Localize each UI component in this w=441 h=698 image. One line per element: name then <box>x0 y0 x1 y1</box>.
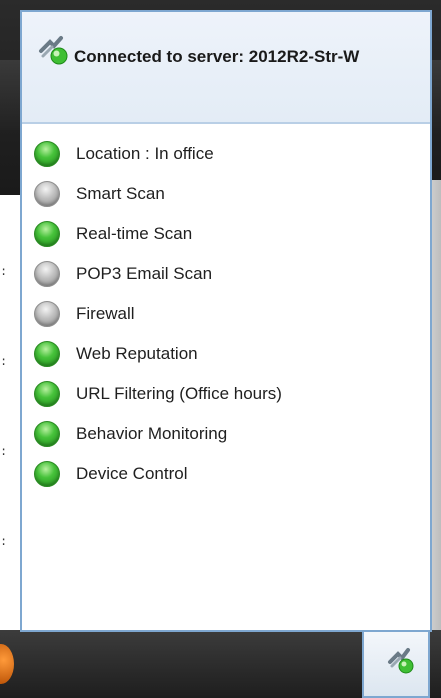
status-item: POP3 Email Scan <box>34 254 424 294</box>
status-item: Firewall <box>34 294 424 334</box>
status-label: Web Reputation <box>76 344 198 363</box>
background-link-fragment <box>0 400 2 421</box>
agent-status-popup: Connected to server: 2012R2-Str-W Locati… <box>20 10 432 632</box>
status-label: Location : In office <box>76 144 214 163</box>
status-on-icon <box>34 461 60 487</box>
status-on-icon <box>34 341 60 367</box>
start-button[interactable] <box>0 644 14 684</box>
status-on-icon <box>34 221 60 247</box>
server-connected-icon <box>39 36 68 65</box>
status-item: Behavior Monitoring <box>34 414 424 454</box>
background-ellipsis: : <box>0 445 7 459</box>
status-label: Device Control <box>76 464 188 483</box>
status-label: POP3 Email Scan <box>76 264 213 283</box>
status-item: Location : In office <box>34 134 424 174</box>
status-label: URL Filtering (Office hours) <box>76 384 282 403</box>
status-on-icon <box>34 421 60 447</box>
connection-status-title: Connected to server: 2012R2-Str-W <box>74 47 360 66</box>
agent-tray-icon[interactable] <box>386 644 416 674</box>
status-label: Smart Scan <box>76 184 165 203</box>
background-ellipsis: : <box>0 535 7 549</box>
status-on-icon <box>34 381 60 407</box>
status-item: Web Reputation <box>34 334 424 374</box>
status-off-icon <box>34 181 60 207</box>
status-item: Device Control <box>34 454 424 494</box>
status-off-icon <box>34 261 60 287</box>
status-off-icon <box>34 301 60 327</box>
status-item: Smart Scan <box>34 174 424 214</box>
background-link-fragment <box>0 505 2 526</box>
status-on-icon <box>34 141 60 167</box>
tray-button[interactable] <box>362 630 430 698</box>
status-label: Firewall <box>76 304 135 323</box>
status-item: URL Filtering (Office hours) <box>34 374 424 414</box>
feature-status-list: Location : In office Smart Scan Real-time … <box>34 134 424 494</box>
status-label: Real-time Scan <box>76 224 193 243</box>
popup-header: Connected to server: 2012R2-Str-W <box>22 12 430 124</box>
background-ellipsis: : <box>0 265 7 279</box>
background-ellipsis: : <box>0 355 7 369</box>
status-item: Real-time Scan <box>34 214 424 254</box>
status-label: Behavior Monitoring <box>76 424 228 443</box>
